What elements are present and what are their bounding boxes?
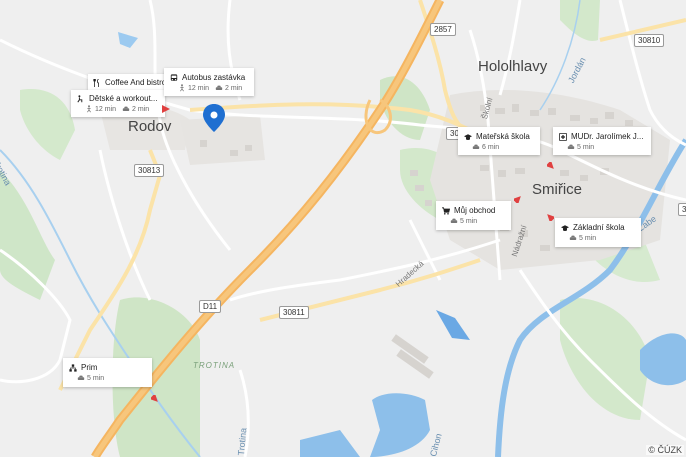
drive-time: 5 min	[569, 234, 596, 242]
map-canvas[interactable]: Hololhlavy Rodov Smiřice Trotina Trotina…	[0, 0, 686, 457]
poi-name: Můj obchod	[454, 206, 496, 215]
park-area	[560, 0, 600, 41]
walk-time-value: 12 min	[188, 84, 210, 92]
drive-time-value: 5 min	[87, 374, 105, 382]
poi-pointer-arrow-icon	[512, 190, 521, 205]
pond	[118, 32, 138, 48]
walk-time: 12 min	[178, 84, 209, 92]
drive-time-value: 5 min	[460, 217, 478, 225]
poi-card-zakladni-skola[interactable]: Základní škola 5 min	[555, 218, 641, 247]
poi-pointer-arrow-icon	[149, 390, 158, 402]
car-icon	[215, 85, 223, 90]
drive-time: 5 min	[77, 374, 104, 382]
park-area	[0, 170, 55, 300]
poi-card-prim[interactable]: Prim 5 min	[63, 358, 153, 387]
terrain-label: TROTINA	[193, 361, 236, 370]
school-icon	[561, 224, 569, 231]
poi-pointer-arrow-icon	[162, 100, 170, 113]
school-icon	[464, 133, 472, 140]
car-icon	[450, 218, 458, 223]
park-area	[20, 89, 75, 160]
walk-icon	[87, 105, 91, 113]
drive-time: 2 min	[122, 105, 149, 113]
walk-icon	[180, 84, 184, 92]
road-shield-30813: 30813	[134, 164, 165, 177]
drive-time: 2 min	[215, 84, 242, 92]
walk-time-value: 12 min	[95, 105, 117, 113]
drive-time-value: 2 min	[225, 84, 243, 92]
poi-card-workout[interactable]: Dětské a workout... 12 min 2 min	[71, 90, 166, 117]
poi-name: Mateřská škola	[476, 132, 530, 141]
car-icon	[567, 144, 575, 149]
poi-name: Prim	[81, 363, 98, 372]
drive-time: 5 min	[567, 143, 594, 151]
drive-time-value: 6 min	[482, 143, 500, 151]
town-label-rodov: Rodov	[128, 118, 172, 135]
town-label-smirice: Smiřice	[532, 181, 583, 198]
poi-name: Základní škola	[573, 223, 625, 232]
drive-time-value: 5 min	[579, 234, 597, 242]
poi-name: Autobus zastávka	[182, 73, 246, 82]
exercise-icon	[77, 94, 83, 102]
poi-card-coffee[interactable]: Coffee And bistro	[88, 74, 175, 90]
forest-area	[560, 298, 650, 420]
drive-time: 6 min	[472, 143, 499, 151]
road-shield-3: 3	[678, 203, 686, 216]
poi-pointer-arrow-icon	[546, 208, 556, 223]
road-shield-d11: D11	[199, 300, 222, 313]
poi-card-materska-skola[interactable]: Mateřská škola 6 min	[458, 127, 540, 155]
poi-name: Coffee And bistro	[105, 78, 167, 87]
medical-icon	[559, 132, 567, 141]
car-icon	[77, 375, 85, 380]
drive-time-value: 2 min	[132, 105, 150, 113]
poi-name: MUDr. Jarolímek J...	[571, 132, 644, 141]
lake	[640, 333, 686, 386]
cart-icon	[442, 206, 450, 215]
pond	[436, 310, 470, 340]
lake	[300, 430, 360, 457]
poi-pointer-arrow-icon	[545, 157, 554, 169]
car-icon	[472, 144, 480, 149]
road-shield-2857: 2857	[430, 23, 456, 36]
drive-time-value: 5 min	[577, 143, 595, 151]
car-icon	[569, 235, 577, 240]
road-shield-30811: 30811	[279, 306, 309, 319]
cutlery-icon	[93, 78, 99, 87]
drive-time: 5 min	[450, 217, 477, 225]
bus-icon	[170, 73, 178, 81]
poi-card-mudr[interactable]: MUDr. Jarolímek J... 5 min	[553, 127, 652, 155]
lake	[370, 393, 430, 457]
network-icon	[69, 363, 77, 372]
walk-time: 12 min	[85, 105, 116, 113]
town-label-hololhlavy: Hololhlavy	[478, 58, 548, 75]
urban-area	[180, 115, 265, 165]
poi-name: Dětské a workout...	[89, 94, 158, 103]
poi-card-bus[interactable]: Autobus zastávka 12 min 2 min	[164, 68, 255, 96]
car-icon	[122, 106, 130, 111]
road-shield-30810: 30810	[634, 34, 665, 47]
poi-card-muj-obchod[interactable]: Můj obchod 5 min	[436, 201, 512, 230]
copyright-notice[interactable]: © ČÚZK	[646, 445, 684, 455]
